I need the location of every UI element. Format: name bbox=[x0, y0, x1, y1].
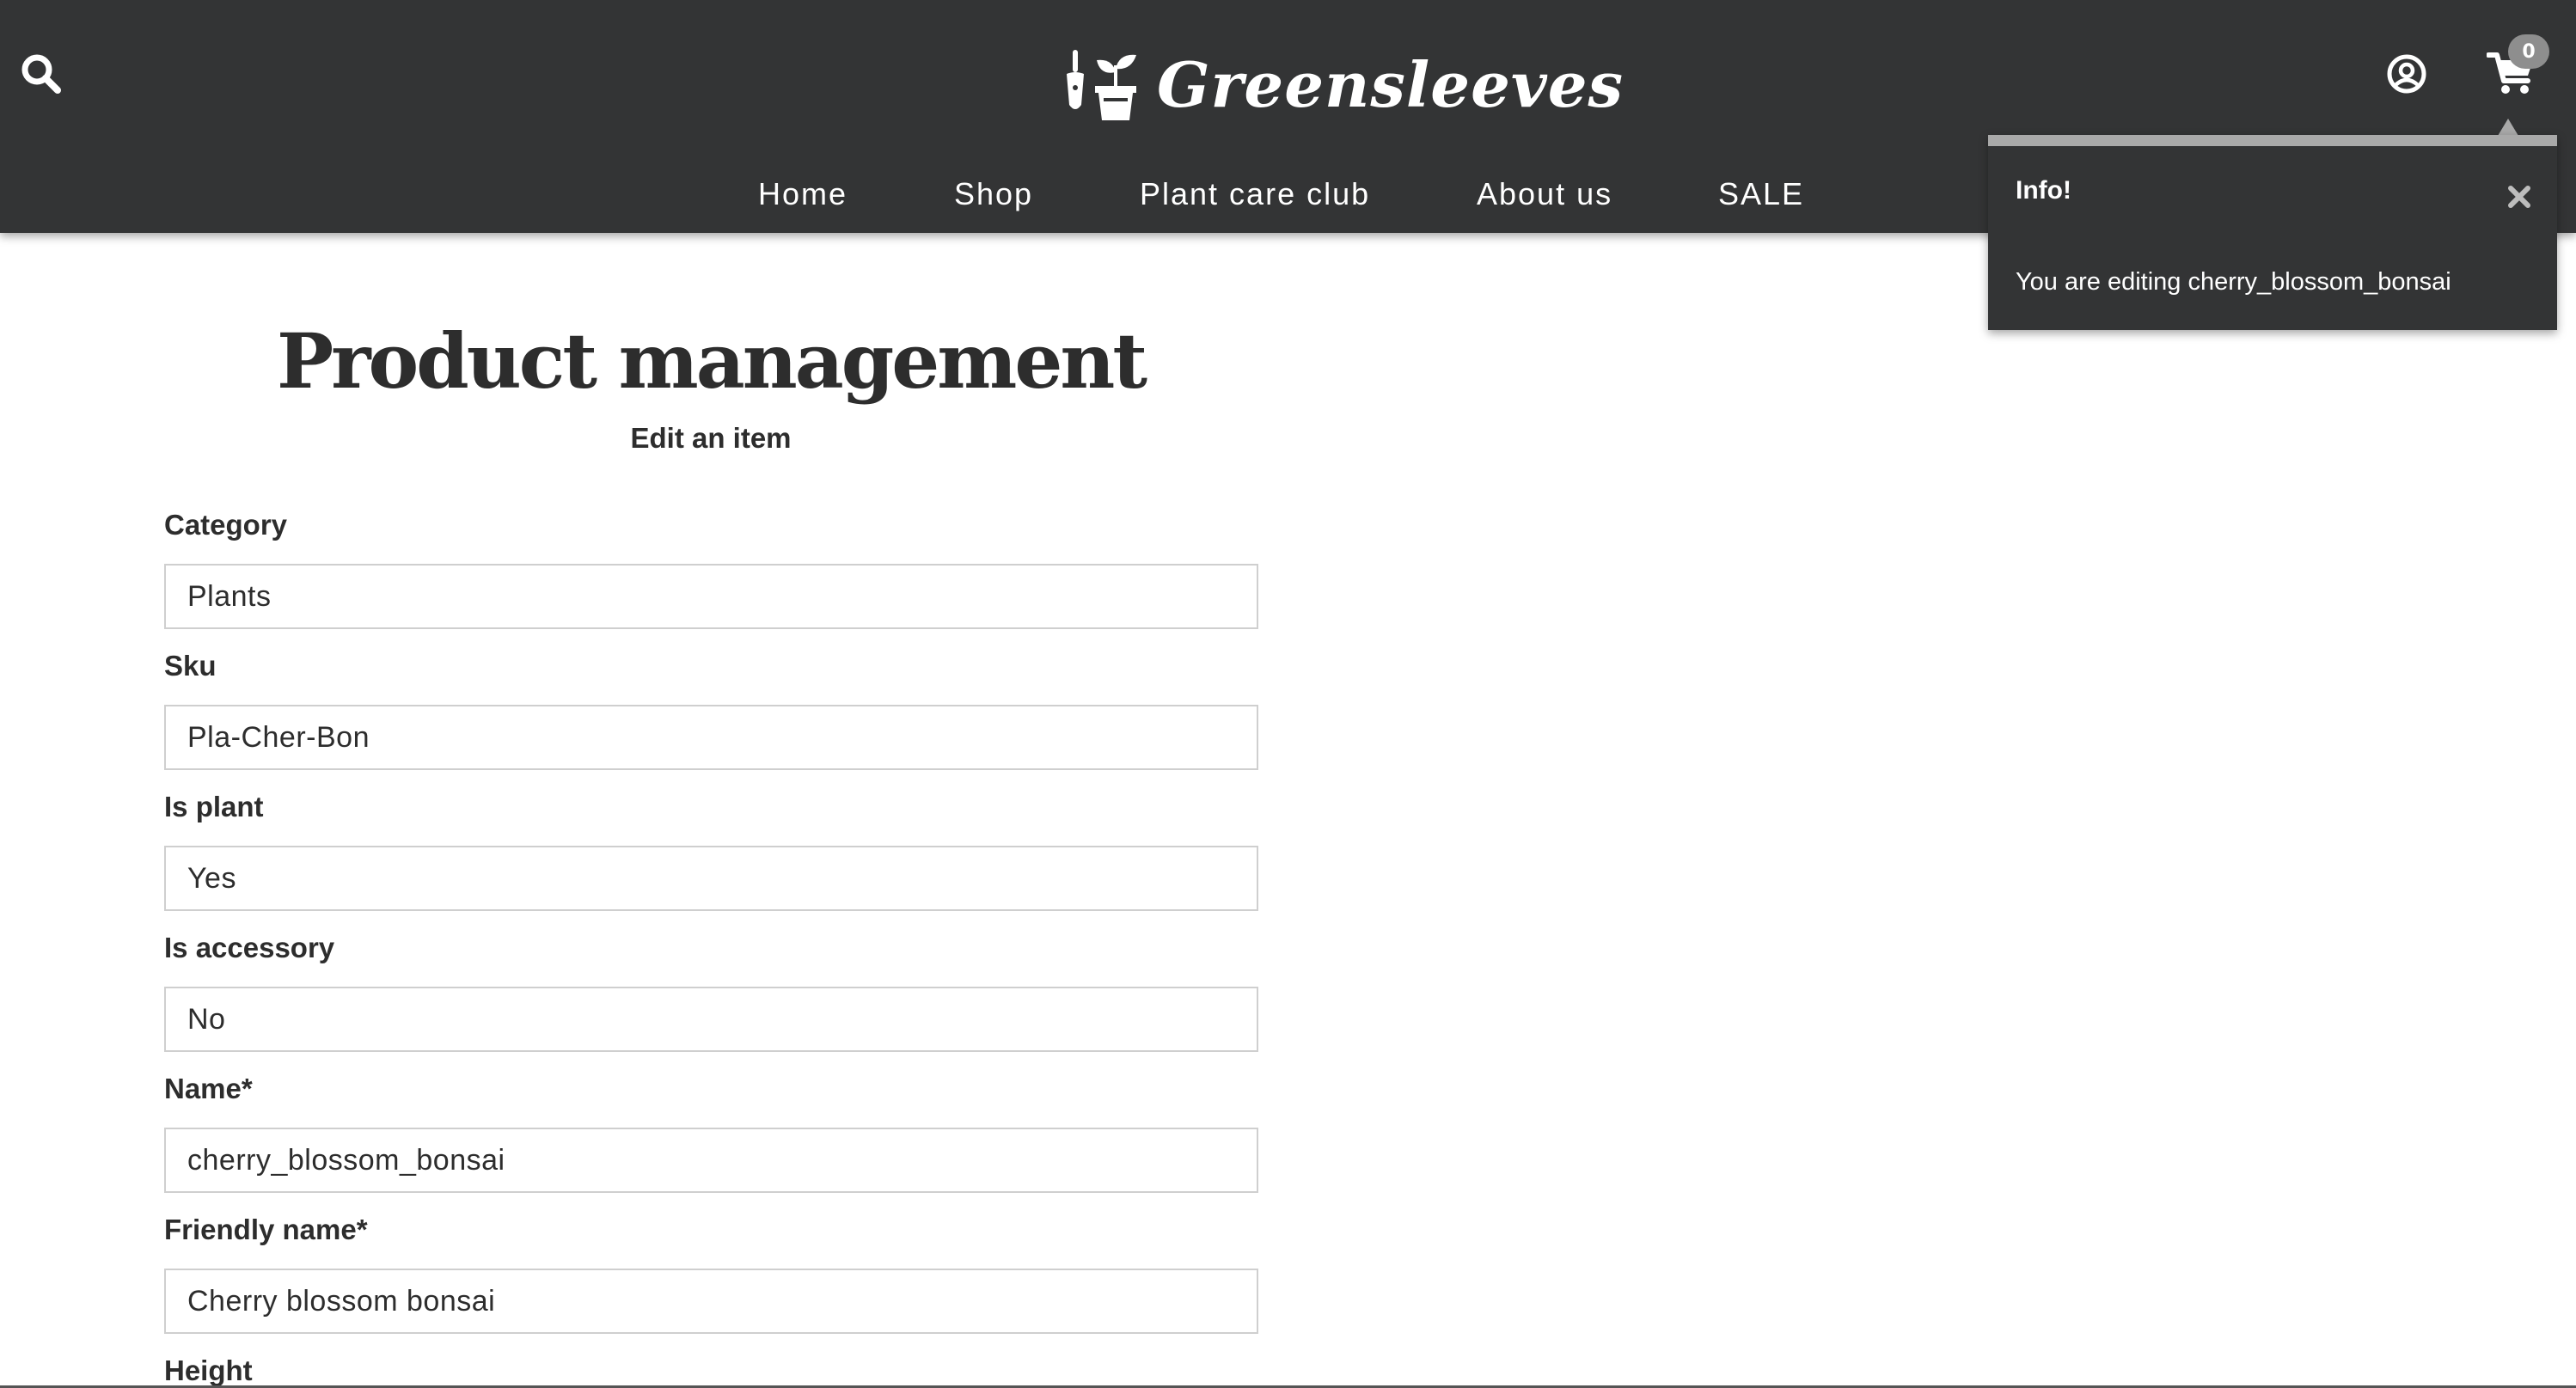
toast-close-button[interactable] bbox=[2504, 181, 2535, 212]
close-icon bbox=[2508, 186, 2530, 208]
category-label: Category bbox=[164, 509, 288, 541]
sku-field[interactable] bbox=[164, 705, 1258, 770]
is-accessory-select[interactable] bbox=[164, 987, 1258, 1052]
friendly-name-label: Friendly name* bbox=[164, 1214, 368, 1245]
is-plant-select[interactable] bbox=[164, 846, 1258, 911]
is-plant-label: Is plant bbox=[164, 791, 264, 822]
nav-item-about-us[interactable]: About us bbox=[1477, 168, 1612, 220]
brand-name: Greensleeves bbox=[1157, 47, 1625, 121]
toast-title: Info! bbox=[2016, 176, 2071, 205]
user-circle-icon bbox=[2387, 54, 2426, 94]
nav-item-shop[interactable]: Shop bbox=[954, 168, 1033, 220]
nav-item-home[interactable]: Home bbox=[758, 168, 847, 220]
friendly-name-field[interactable] bbox=[164, 1269, 1258, 1334]
account-button[interactable] bbox=[2385, 52, 2428, 95]
search-icon bbox=[21, 54, 61, 94]
page-title: Product management bbox=[277, 316, 1147, 406]
name-label: Name* bbox=[164, 1073, 253, 1104]
is-accessory-label: Is accessory bbox=[164, 932, 335, 963]
page-subtitle: Edit an item bbox=[630, 422, 792, 454]
category-select[interactable] bbox=[164, 564, 1258, 629]
cart-count-badge: 0 bbox=[2508, 34, 2549, 69]
toast-pointer bbox=[2498, 119, 2518, 136]
toast-message: You are editing cherry_blossom_bonsai bbox=[2016, 268, 2451, 296]
nav-item-sale[interactable]: SALE bbox=[1718, 168, 1804, 220]
name-field[interactable] bbox=[164, 1128, 1258, 1193]
search-button[interactable] bbox=[19, 52, 64, 96]
nav-item-plant-care-club[interactable]: Plant care club bbox=[1140, 168, 1370, 220]
brand-logo[interactable]: Greensleeves bbox=[1062, 41, 1624, 127]
toast-top-bar bbox=[1988, 135, 2557, 146]
height-label: Height bbox=[164, 1354, 253, 1386]
sku-label: Sku bbox=[164, 650, 217, 682]
info-toast: Info! You are editing cherry_blossom_bon… bbox=[1988, 135, 2557, 330]
plant-pot-logo-icon bbox=[1067, 50, 1136, 120]
